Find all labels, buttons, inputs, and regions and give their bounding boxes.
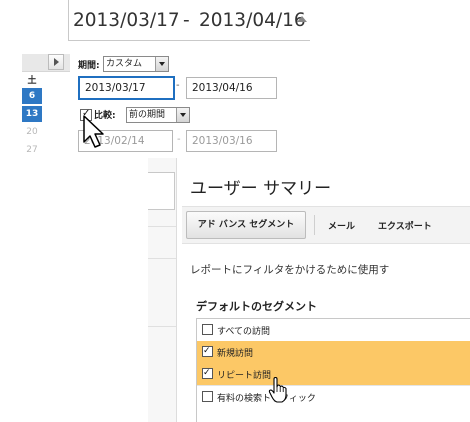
period-end-input[interactable]: 2013/04/16 (186, 77, 277, 99)
period-label: 期間: (78, 61, 100, 71)
segment-label: リピート訪問 (217, 371, 272, 381)
compare-dash: - (177, 134, 181, 145)
segment-label: すべての訪問 (217, 327, 271, 337)
email-link[interactable]: メール (328, 219, 355, 232)
default-segments-heading: デフォルトのセグメント (196, 300, 317, 313)
calendar-day[interactable]: 6 (22, 88, 42, 104)
date-range-end: 2013/04/16 (199, 10, 306, 31)
collapse-caret-icon[interactable] (297, 16, 307, 22)
page-title: ユーザー サマリー (190, 179, 332, 199)
calendar-next-month-icon[interactable] (48, 54, 64, 70)
segment-checkbox[interactable]: ✓ (202, 346, 213, 357)
compare-select[interactable]: 前の期間 (126, 107, 190, 123)
period-select-value: カスタム (106, 59, 143, 69)
segment-description: レポートにフィルタをかけるために使用す (190, 264, 390, 276)
compare-select-value: 前の期間 (129, 110, 166, 120)
period-select[interactable]: カスタム (103, 56, 169, 72)
arrow-cursor-icon (83, 115, 104, 148)
date-range-header[interactable]: 2013/03/17 - 2013/04/16 (68, 0, 310, 41)
report-toolbar: アド バンス セグメント メール エクスポート (182, 206, 470, 244)
date-range-separator: - (183, 10, 190, 31)
dropdown-arrow-icon[interactable] (176, 108, 189, 122)
calendar-day-of-week: 土 (27, 76, 37, 86)
user-summary-panel: ユーザー サマリー アド バンス セグメント メール エクスポート レポートにフ… (148, 158, 470, 422)
segment-item[interactable]: ✓ リピート訪問 (197, 363, 470, 385)
divider (314, 215, 315, 235)
segment-label: 新規訪問 (217, 349, 254, 359)
segment-item[interactable]: すべての訪問 (197, 319, 470, 341)
compare-end-input[interactable]: 2013/03/16 (186, 130, 277, 152)
segment-item[interactable]: 有料の検索トラフィック (197, 385, 470, 408)
calendar-day[interactable]: 20 (22, 124, 42, 140)
segment-item[interactable]: ✓ 新規訪問 (197, 341, 470, 363)
calendar-day[interactable]: 27 (22, 142, 42, 158)
calendar-day[interactable]: 13 (22, 106, 42, 122)
export-link[interactable]: エクスポート (378, 219, 432, 232)
checkmark-icon: ✓ (203, 368, 211, 378)
segment-label: 有料の検索トラフィック (217, 394, 316, 404)
date-range-start: 2013/03/17 (73, 10, 180, 31)
segment-checkbox[interactable]: ✓ (202, 368, 213, 379)
date-range-picker: 2013/03/17 - 2013/04/16 土 6 13 20 27 期間:… (22, 0, 310, 158)
dropdown-arrow-icon[interactable] (155, 57, 168, 71)
checkmark-icon: ✓ (203, 346, 211, 356)
divider (148, 326, 176, 327)
side-strip (148, 158, 177, 422)
side-strip-box (148, 172, 175, 210)
advanced-segments-button[interactable]: アド バンス セグメント (186, 211, 306, 239)
divider (148, 226, 176, 227)
segment-list: すべての訪問 ✓ 新規訪問 ✓ リピート訪問 有料の検索トラフィック (196, 318, 470, 422)
segment-checkbox[interactable] (202, 324, 213, 335)
hand-cursor-icon (268, 377, 287, 403)
period-dash: - (176, 80, 180, 91)
period-start-input[interactable]: 2013/03/17 (78, 76, 175, 100)
divider (148, 258, 176, 259)
segment-checkbox[interactable] (202, 391, 213, 402)
